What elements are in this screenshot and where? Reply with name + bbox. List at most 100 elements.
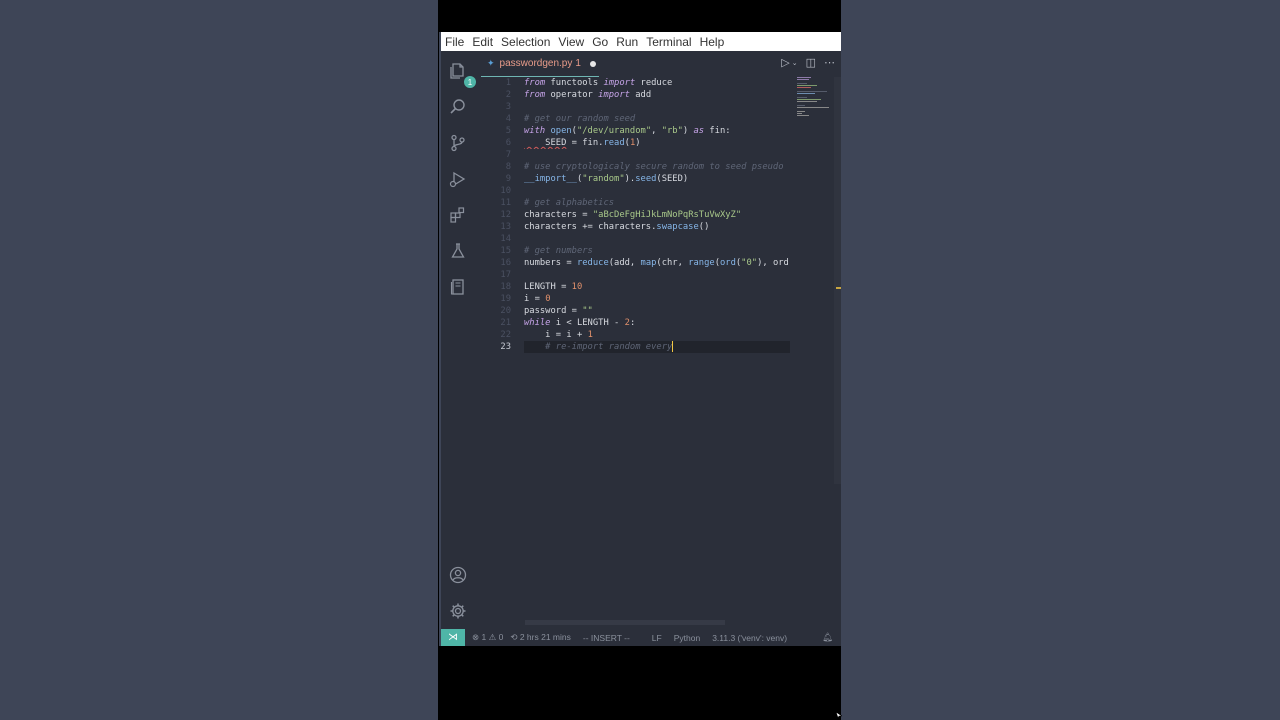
search-icon[interactable] (447, 96, 469, 118)
source-control-icon[interactable] (447, 132, 469, 154)
chevron-down-icon[interactable]: ⌄ (792, 59, 798, 67)
line-number: 17 (500, 270, 511, 280)
menu-go[interactable]: Go (588, 35, 612, 49)
code-token: fin: (704, 126, 731, 136)
problems-status[interactable]: ⊗ 1 ⚠ 0 (472, 632, 503, 643)
remote-indicator-icon[interactable]: ⋊ (441, 629, 465, 646)
vertical-scrollbar[interactable] (834, 77, 841, 484)
code-token: from (524, 78, 546, 88)
language-mode[interactable]: Python (674, 633, 700, 643)
code-text: # get numbers (524, 245, 790, 257)
menu-terminal[interactable]: Terminal (642, 35, 695, 49)
code-text: from functools import reduce (524, 77, 790, 89)
code-token: with (524, 126, 546, 136)
menu-help[interactable]: Help (696, 35, 729, 49)
code-line[interactable]: 10 (475, 185, 797, 197)
code-token: map (640, 258, 657, 268)
code-token: i = (524, 294, 546, 304)
code-token: i < LENGTH - (550, 318, 625, 328)
code-line[interactable]: 9 __import__("random").seed(SEED) (475, 173, 797, 185)
code-line[interactable]: 16 numbers = reduce(add, map(chr, range(o… (475, 257, 797, 269)
code-line[interactable]: 6 SEED = fin.read(1) (475, 137, 797, 149)
code-line[interactable]: 17 (475, 269, 797, 281)
account-icon[interactable] (447, 564, 469, 586)
menu-run[interactable]: Run (612, 35, 642, 49)
code-line[interactable]: 13 characters += characters.swapcase() (475, 221, 797, 233)
code-line[interactable]: 5 with open("/dev/urandom", "rb") as fin: (475, 125, 797, 137)
code-text: with open("/dev/urandom", "rb") as fin: (524, 125, 790, 137)
code-line[interactable]: 23 # re-import random every (475, 341, 797, 353)
settings-gear-icon[interactable] (447, 600, 469, 622)
menu-view[interactable]: View (554, 35, 588, 49)
code-token: = fin. (566, 138, 604, 148)
line-number: 23 (500, 342, 511, 352)
run-debug-icon[interactable] (447, 168, 469, 190)
code-line[interactable]: 11 # get alphabetics (475, 197, 797, 209)
code-line[interactable]: 18 LENGTH = 10 (475, 281, 797, 293)
line-number: 13 (500, 222, 511, 232)
code-line[interactable]: 19 i = 0 (475, 293, 797, 305)
line-number: 19 (500, 294, 511, 304)
code-line[interactable]: 8 # use cryptologicaly secure random to s… (475, 161, 797, 173)
code-token: # get numbers (524, 246, 593, 256)
frame-edge-left (438, 0, 439, 720)
split-editor-icon[interactable]: ◫ (806, 56, 816, 69)
code-token: : (629, 318, 636, 328)
code-token: i = i + (524, 330, 588, 340)
line-number: 9 (505, 174, 511, 184)
code-line[interactable]: 7 (475, 149, 797, 161)
run-file-icon[interactable]: ▷ (781, 56, 789, 69)
error-count: 1 (481, 632, 487, 642)
menu-selection[interactable]: Selection (497, 35, 554, 49)
code-line[interactable]: 20 password = "" (475, 305, 797, 317)
notifications-bell-icon[interactable]: 🔔︎ (822, 632, 833, 643)
testing-flask-icon[interactable] (447, 240, 469, 262)
code-editor[interactable]: 1 from functools import reduce 2 from opera… (475, 77, 797, 629)
python-interpreter[interactable]: 3.11.3 ('venv': venv) (712, 633, 787, 643)
code-token: swapcase (656, 222, 699, 232)
line-number: 20 (500, 306, 511, 316)
code-token: ord (719, 258, 736, 268)
code-token: seed (635, 174, 657, 184)
extensions-icon[interactable] (447, 204, 469, 226)
eol-indicator[interactable]: LF (652, 633, 662, 643)
time-tracker[interactable]: ⟲ 2 hrs 21 mins (510, 632, 571, 643)
code-line[interactable]: 15 # get numbers (475, 245, 797, 257)
code-line[interactable]: 3 (475, 101, 797, 113)
line-number: 18 (500, 282, 511, 292)
more-actions-icon[interactable]: ⋯ (824, 56, 835, 69)
tab-passwordgen[interactable]: ✦ passwordgen.py 1 (481, 51, 599, 77)
code-text: # use cryptologicaly secure random to se… (524, 161, 790, 173)
remote-explorer-icon[interactable] (447, 276, 469, 298)
code-text: __import__("random").seed(SEED) (524, 173, 790, 185)
code-token: ), ord (757, 258, 789, 268)
code-line[interactable]: 4 # get our random seed (475, 113, 797, 125)
code-line[interactable]: 1 from functools import reduce (475, 77, 797, 89)
explorer-icon[interactable]: 1 (447, 60, 476, 88)
minimap[interactable] (797, 77, 833, 117)
code-line[interactable]: 22 i = i + 1 (475, 329, 797, 341)
line-number: 11 (500, 198, 511, 208)
code-token: ) (682, 126, 694, 136)
code-line[interactable]: 14 (475, 233, 797, 245)
unsaved-dot-icon[interactable] (589, 60, 596, 67)
code-text: # get our random seed (524, 113, 790, 125)
code-token: (chr, (656, 258, 689, 268)
menu-edit[interactable]: Edit (468, 35, 497, 49)
line-number: 7 (505, 150, 511, 160)
code-line[interactable]: 21 while i < LENGTH - 2: (475, 317, 797, 329)
code-line[interactable]: 12 characters = "aBcDeFgHiJkLmNoPqRsTuVwX… (475, 209, 797, 221)
warning-count: 0 (498, 632, 504, 642)
code-line[interactable]: 2 from operator import add (475, 89, 797, 101)
code-text: # get alphabetics (524, 197, 790, 209)
code-token: # get our random seed (524, 114, 636, 124)
line-number: 4 (505, 114, 511, 124)
code-token: as (693, 126, 705, 136)
code-text: from operator import add (524, 89, 790, 101)
editor-tab-bar: ✦ passwordgen.py 1 ▷ ⌄ ◫ ⋯ (475, 51, 841, 77)
code-token: numbers = (524, 258, 577, 268)
code-token: "random" (582, 174, 625, 184)
horizontal-scrollbar[interactable] (525, 620, 725, 625)
activity-bar: 1 (441, 51, 476, 629)
menu-file[interactable]: File (441, 35, 468, 49)
